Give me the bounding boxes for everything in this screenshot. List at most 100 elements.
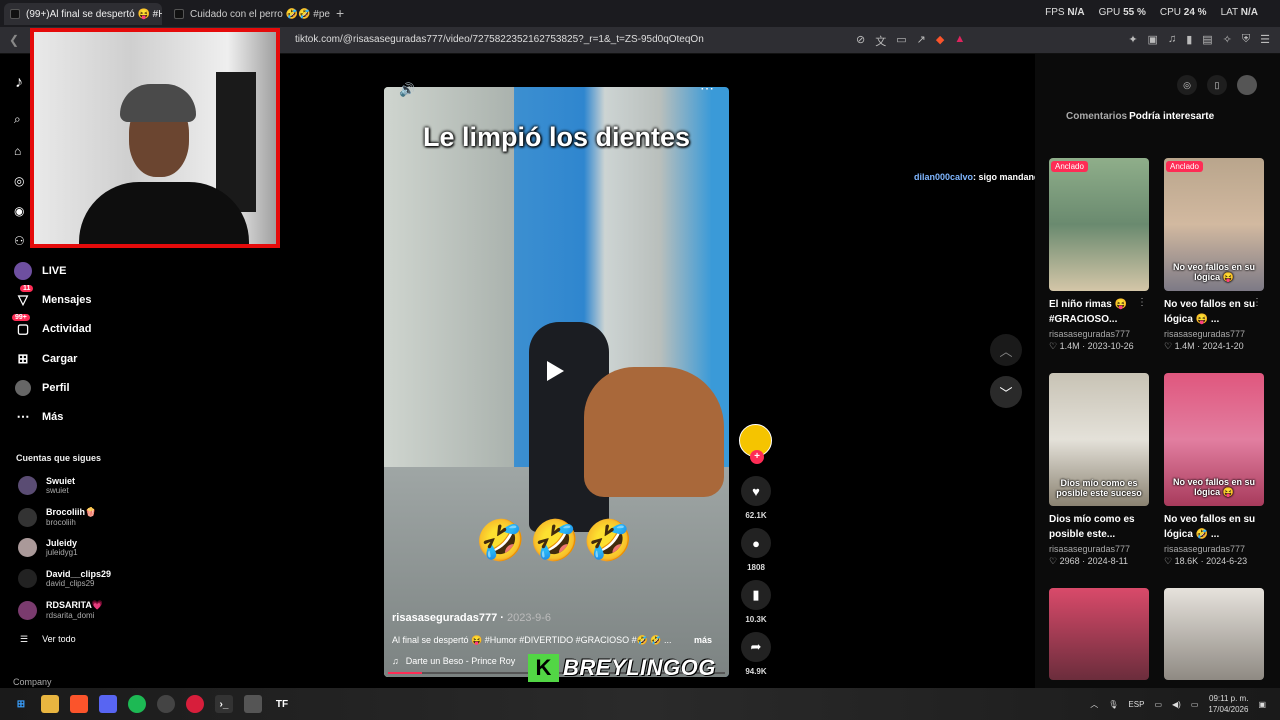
search-icon[interactable]: ⌕ [14, 112, 21, 127]
screen-icon[interactable]: ▭ [896, 33, 906, 49]
nav-live[interactable]: LIVE [14, 262, 66, 280]
friends-icon[interactable]: ⚇ [14, 234, 25, 248]
sidebar-icon[interactable]: ▮ [1186, 33, 1192, 46]
explore-icon[interactable]: ◎ [14, 174, 24, 188]
tiktok-logo-icon[interactable]: ♪ [15, 74, 23, 92]
language-indicator[interactable]: ESP [1128, 700, 1144, 709]
chevron-up-icon[interactable]: ︿ [1090, 699, 1098, 710]
steam-icon[interactable] [157, 695, 175, 713]
account-item[interactable]: David__clips29 david_clips29 [18, 569, 111, 588]
recommended-video-card[interactable] [1049, 588, 1149, 680]
no-camera-icon[interactable]: ⊘ [856, 33, 865, 49]
pinned-badge: Anclado [1051, 161, 1088, 172]
recommended-video-card[interactable] [1164, 588, 1264, 680]
nav-profile[interactable]: Perfil [14, 379, 70, 397]
more-button[interactable]: más [694, 635, 712, 645]
menu-icon[interactable]: ☰ [1260, 33, 1270, 46]
video-thumbnail [1164, 588, 1264, 680]
rewards-icon[interactable]: ▲ [954, 33, 965, 49]
account-item[interactable]: Brocoliih🍿 brocoliih [18, 507, 96, 527]
tab-recommended[interactable]: Podría interesarte [1129, 111, 1214, 122]
compass-icon[interactable]: ◎ [1177, 75, 1197, 95]
brave-shield-icon[interactable]: ◆ [936, 33, 944, 49]
play-icon[interactable] [547, 361, 564, 381]
url-actions: ⊘ 文 ▭ ↗ ◆ ▲ [856, 33, 965, 49]
account-item[interactable]: RDSARITA💗 rdsarita_domi [18, 600, 103, 620]
windows-start-icon[interactable]: ⊞ [12, 695, 30, 713]
following-icon[interactable]: ◉ [14, 204, 24, 218]
spotify-icon[interactable] [128, 695, 146, 713]
file-explorer-icon[interactable] [41, 695, 59, 713]
recommended-video-card[interactable]: Anclado El niño rimas 😝 #GRACIOSO... ris… [1049, 158, 1149, 352]
browser-tab-2[interactable]: Cuidado con el perro 🤣🤣 #perros [168, 3, 330, 25]
card-menu-icon[interactable]: ⋮ [1252, 297, 1262, 308]
options-icon[interactable]: ⋯ [700, 80, 714, 97]
right-panel-tabs: Comentarios Podría interesarte [1066, 111, 1214, 122]
video-author[interactable]: risasaseguradas777 · 2023-9-6 [392, 612, 551, 624]
comment-count: 1808 [747, 563, 765, 572]
nav-activity[interactable]: ▢ 99+ Actividad [12, 314, 92, 338]
battery-icon[interactable]: ▭ [1191, 700, 1199, 709]
recommended-video-card[interactable]: No veo fallos en su lógica 😝 No veo fall… [1164, 373, 1264, 567]
recommended-video-card[interactable]: Dios mío como es posible este suceso Dio… [1049, 373, 1149, 567]
share-button[interactable]: ➦ 94.9K [740, 632, 772, 676]
see-all-link[interactable]: ☰ Ver todo [20, 634, 76, 645]
taskbar-apps: ⊞ ›_ TF [12, 695, 291, 713]
save-button[interactable]: ▮ 10.3K [740, 580, 772, 624]
company-link[interactable]: Company [13, 677, 52, 687]
user-avatar[interactable] [1237, 75, 1257, 95]
previous-video-button[interactable]: ︿ [990, 334, 1022, 366]
follow-plus-icon[interactable]: + [750, 450, 764, 464]
share-icon[interactable]: ↗ [917, 33, 926, 49]
notifications-icon[interactable]: ▣ [1258, 700, 1266, 709]
tab-comments[interactable]: Comentarios [1066, 111, 1127, 122]
volume-tray-icon[interactable]: ◀) [1172, 700, 1181, 709]
bookmark-icon: ▮ [741, 580, 771, 610]
card-menu-icon[interactable]: ⋮ [1137, 297, 1147, 308]
volume-icon[interactable]: 🔊 [399, 82, 415, 98]
phone-icon[interactable]: ▯ [1207, 75, 1227, 95]
tf-icon[interactable]: TF [273, 695, 291, 713]
terminal-icon[interactable]: ›_ [215, 695, 233, 713]
wallet-icon[interactable]: ▤ [1202, 33, 1212, 46]
vpn-icon[interactable]: ⛨ [1242, 33, 1250, 46]
nav-more[interactable]: ⋯ Más [14, 408, 64, 426]
translate-icon[interactable]: 文 [875, 33, 886, 49]
brave-icon[interactable] [70, 695, 88, 713]
chat-line [914, 157, 964, 167]
avatar [18, 476, 37, 495]
account-item[interactable]: Juleidy juleidyg1 [18, 538, 78, 557]
tiktok-icon [10, 9, 20, 19]
app-icon[interactable] [244, 695, 262, 713]
next-video-button[interactable]: ﹀ [990, 376, 1022, 408]
list-icon: ☰ [20, 634, 29, 644]
video-player[interactable]: Le limpió los dientes 🤣🤣🤣 risasasegurada… [384, 87, 729, 677]
comment-button[interactable]: ● 1808 [740, 528, 772, 572]
nav-upload[interactable]: ⊞ Cargar [14, 350, 78, 368]
network-icon[interactable]: ▭ [1154, 700, 1162, 709]
account-item[interactable]: Swuiet swuiet [18, 476, 75, 495]
screenshot-icon[interactable]: ▣ [1148, 33, 1158, 46]
microphone-icon[interactable]: 🎙 [1108, 700, 1118, 709]
recommended-video-card[interactable]: Anclado No veo fallos en su lógica 😝 No … [1164, 158, 1264, 352]
back-icon[interactable]: ❮ [9, 33, 19, 47]
extensions-icon[interactable]: ✦ [1128, 33, 1137, 46]
browser-tab-bar: (99+)Al final se despertó 😝 #Hu ✕ Cuidad… [0, 0, 1280, 27]
browser-tab-1[interactable]: (99+)Al final se despertó 😝 #Hu ✕ [4, 3, 162, 25]
discord-icon[interactable] [99, 695, 117, 713]
chevron-up-icon: ︿ [999, 343, 1013, 359]
music-icon[interactable]: ♫ [1168, 33, 1176, 46]
leo-icon[interactable]: ✧ [1223, 33, 1232, 46]
nav-messages[interactable]: ▽ 11 Mensajes [14, 285, 92, 309]
new-tab-button[interactable]: + [336, 5, 344, 21]
more-icon: ⋯ [16, 409, 30, 424]
messages-icon: ▽ 11 [14, 285, 34, 309]
url-field[interactable]: tiktok.com/@risasaseguradas777/video/727… [295, 34, 704, 45]
clock[interactable]: 09:11 p. m. 17/04/2026 [1208, 693, 1248, 715]
upload-icon: ⊞ [17, 351, 29, 366]
home-icon[interactable]: ⌂ [14, 144, 21, 158]
creator-avatar[interactable]: + [739, 424, 772, 464]
video-music[interactable]: ♫ Darte un Beso - Prince Roy [392, 656, 515, 666]
like-button[interactable]: ♥ 62.1K [740, 476, 772, 520]
opera-icon[interactable] [186, 695, 204, 713]
